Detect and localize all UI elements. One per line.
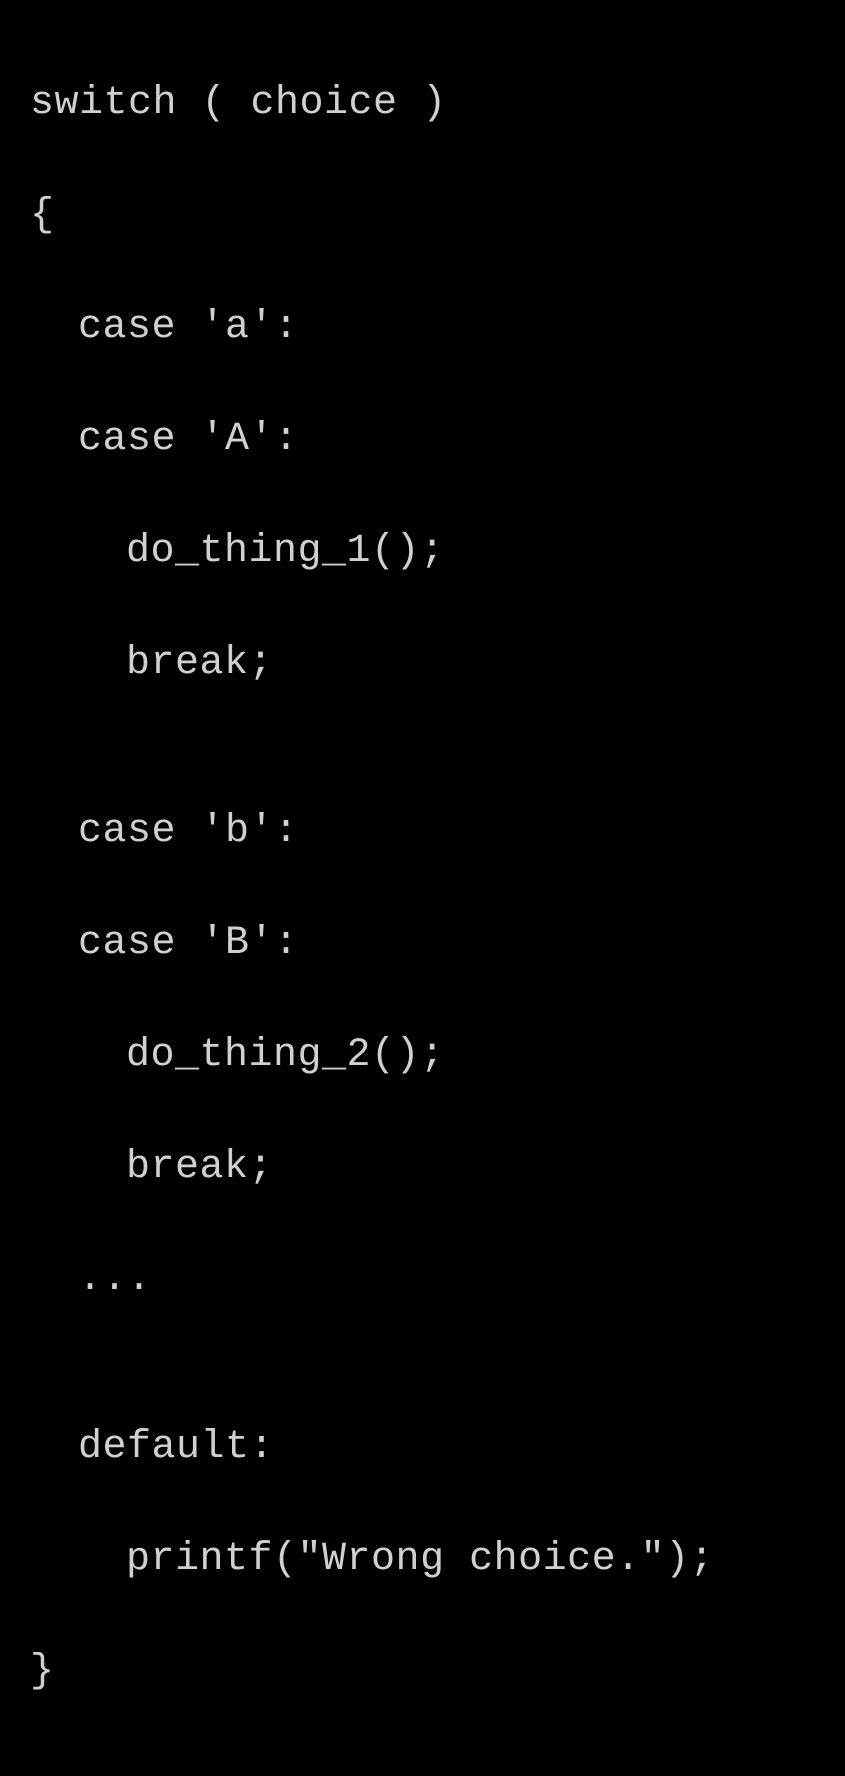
code-line: case 'A': [30,412,815,468]
code-line: ... [30,1252,815,1308]
code-line: case 'b': [30,804,815,860]
code-line: do_thing_1(); [30,524,815,580]
code-line: switch ( choice ) [30,76,815,132]
code-line: break; [30,636,815,692]
code-block: switch ( choice ) { case 'a': case 'A': … [0,0,845,1776]
code-line: { [30,188,815,244]
code-line: break; [30,1140,815,1196]
code-line: case 'a': [30,300,815,356]
code-line: default: [30,1420,815,1476]
code-line: case 'B': [30,916,815,972]
code-line: printf("Wrong choice."); [30,1532,815,1588]
code-line: } [30,1644,815,1700]
code-line: do_thing_2(); [30,1028,815,1084]
